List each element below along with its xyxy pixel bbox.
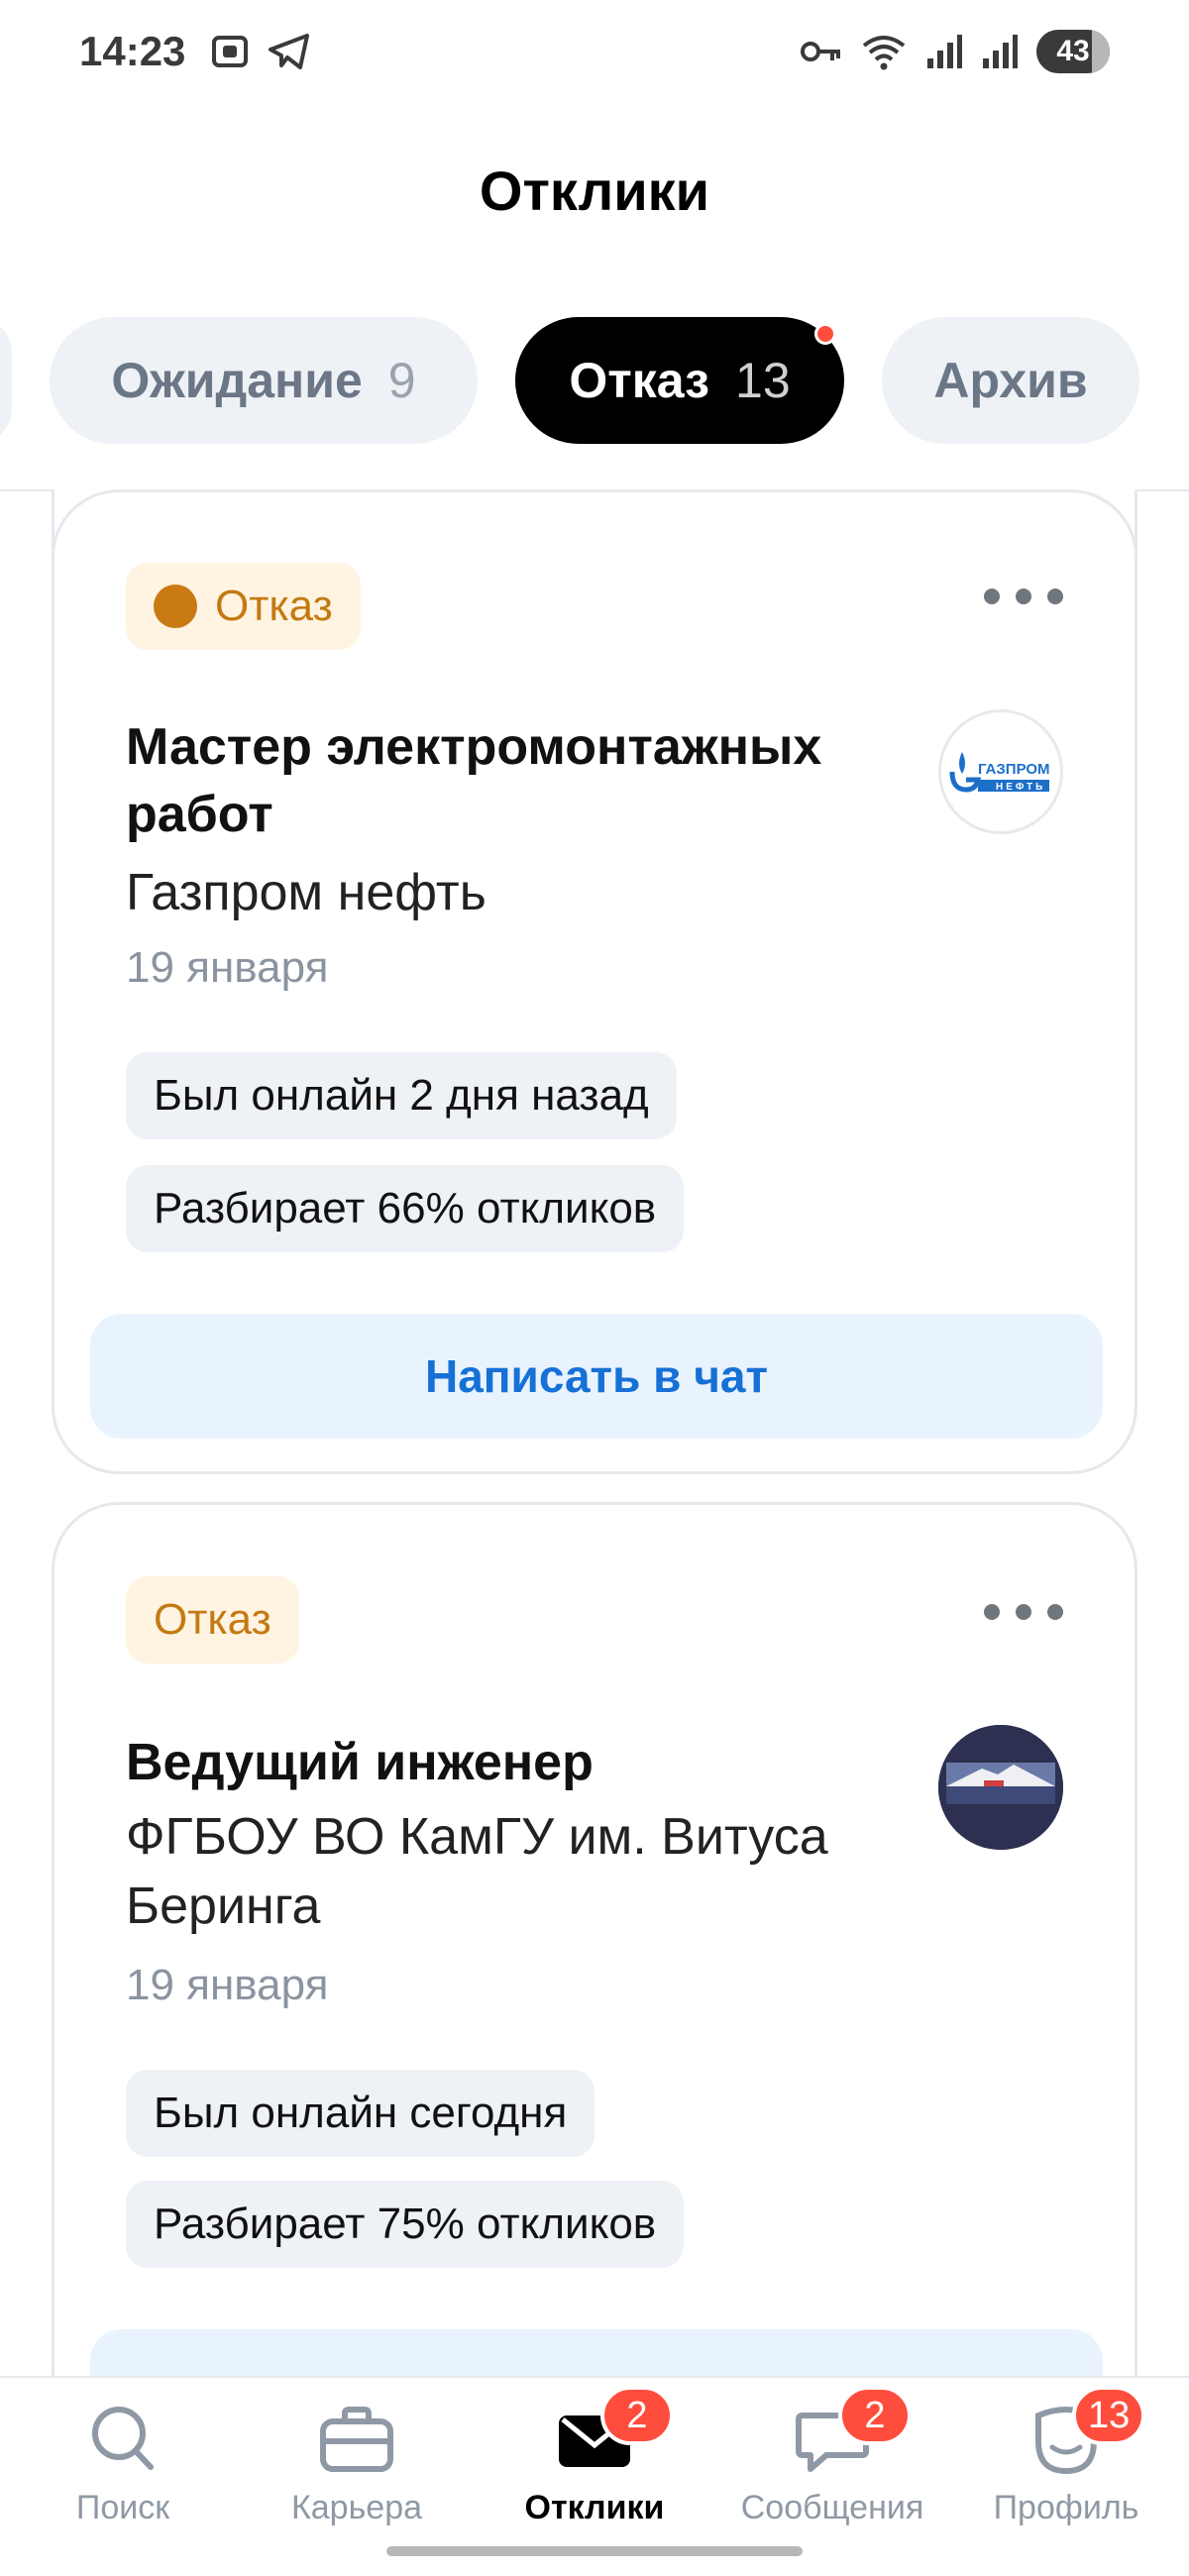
tab-refusal-count: 13: [735, 353, 791, 408]
tab-archive-label: Архив: [933, 353, 1088, 408]
dot-icon: [1016, 1604, 1031, 1620]
nav-label-messages: Сообщения: [740, 2489, 924, 2526]
company-name-line: ФГБОУ ВО КамГУ им. Витуса: [126, 1808, 828, 1866]
chat-icon: 2: [793, 2386, 912, 2479]
dot-icon: [984, 1604, 1000, 1620]
nav-label-career: Карьера: [290, 2489, 423, 2526]
status-right-icons: 43: [801, 30, 1110, 73]
status-badge: Отказ: [126, 563, 361, 650]
more-options-button[interactable]: [984, 1592, 1063, 1632]
envelope-icon: 2: [555, 2386, 674, 2479]
dot-icon: [1047, 589, 1063, 604]
tab-unread-dot: [814, 323, 836, 345]
battery-indicator: 43: [1036, 30, 1110, 73]
company-name-line: Беринга: [126, 1878, 321, 1935]
profile-icon: 13: [1027, 2386, 1146, 2479]
signal-icon-2: [983, 35, 1018, 68]
nav-item-search[interactable]: Поиск: [4, 2392, 242, 2540]
search-icon: [83, 2400, 162, 2479]
online-status-chip: Был онлайн 2 дня назад: [126, 1052, 677, 1139]
nav-item-messages[interactable]: 2 Сообщения: [713, 2386, 951, 2540]
company-name[interactable]: ФГБОУ ВО КамГУ им. Витуса Беринга: [126, 1802, 938, 1941]
dot-icon: [1016, 589, 1031, 604]
tab-waiting-count: 9: [387, 353, 416, 408]
nav-item-career[interactable]: Карьера: [238, 2392, 476, 2540]
response-date: 19 января: [126, 1961, 329, 2009]
nav-item-responses[interactable]: 2 Отклики: [476, 2386, 713, 2540]
filter-tabs: Ожидание 9 Отказ 13 Архив: [0, 317, 1189, 444]
telegram-icon: [269, 34, 309, 69]
response-date: 19 января: [126, 943, 329, 992]
nav-label-profile: Профиль: [993, 2489, 1139, 2526]
response-rate-chip: Разбирает 66% откликов: [126, 1165, 685, 1252]
dot-icon: [1047, 1604, 1063, 1620]
nav-badge-messages: 2: [838, 2386, 912, 2445]
status-badge-label: Отказ: [215, 582, 333, 630]
wifi-icon: [862, 36, 906, 70]
vpn-key-icon: [801, 42, 840, 61]
dot-icon: [984, 589, 1000, 604]
job-title[interactable]: Ведущий инженер: [126, 1729, 919, 1796]
company-logo: ГАЗПРОМ НЕФТЬ: [938, 709, 1063, 834]
nav-item-profile[interactable]: 13 Профиль: [947, 2386, 1185, 2540]
nav-badge-responses: 2: [600, 2386, 674, 2445]
status-badge: Отказ: [126, 1576, 299, 1664]
nav-label-search: Поиск: [75, 2489, 170, 2526]
status-dot-icon: [154, 585, 197, 628]
tab-waiting-label: Ожидание: [111, 353, 363, 408]
more-options-button[interactable]: [984, 577, 1063, 616]
write-to-chat-button[interactable]: Написать в чат: [90, 1314, 1103, 1439]
response-card[interactable]: Отказ Мастер электромонтажных работ ГАЗП…: [52, 489, 1137, 1474]
screenshot-icon: [212, 36, 248, 67]
svg-text:ГАЗПРОМ: ГАЗПРОМ: [978, 761, 1050, 778]
online-status-chip: Был онлайн сегодня: [126, 2070, 595, 2157]
job-title-line: Мастер электромонтажных: [126, 718, 822, 776]
tab-archive[interactable]: Архив: [882, 317, 1139, 444]
job-title[interactable]: Мастер электромонтажных работ: [126, 713, 919, 848]
tab-refusal[interactable]: Отказ 13: [515, 317, 844, 444]
status-badge-label: Отказ: [154, 1595, 271, 1644]
signal-icon: [927, 35, 962, 68]
gazprom-logo-icon: ГАЗПРОМ НЕФТЬ: [949, 752, 1050, 793]
svg-text:НЕФТЬ: НЕФТЬ: [996, 782, 1045, 793]
tab-waiting[interactable]: Ожидание 9: [50, 317, 478, 444]
job-title-line: работ: [126, 786, 273, 843]
status-bar: 14:23 43: [0, 0, 1189, 109]
company-logo: [938, 1725, 1063, 1850]
page-title: Отклики: [479, 160, 710, 222]
nav-badge-profile: 13: [1072, 2386, 1146, 2445]
response-rate-chip: Разбирает 75% откликов: [126, 2181, 685, 2268]
company-name[interactable]: Газпром нефть: [126, 858, 938, 927]
tab-previous-partial[interactable]: [0, 317, 12, 444]
kamgu-logo-icon: [938, 1725, 1063, 1850]
nav-label-responses: Отклики: [524, 2489, 665, 2526]
status-notification-icons: [210, 32, 311, 71]
briefcase-icon: [317, 2400, 396, 2479]
status-time: 14:23: [79, 28, 186, 74]
card-border-top: [52, 489, 1137, 559]
home-indicator[interactable]: [386, 2546, 803, 2556]
tab-refusal-label: Отказ: [569, 353, 710, 408]
